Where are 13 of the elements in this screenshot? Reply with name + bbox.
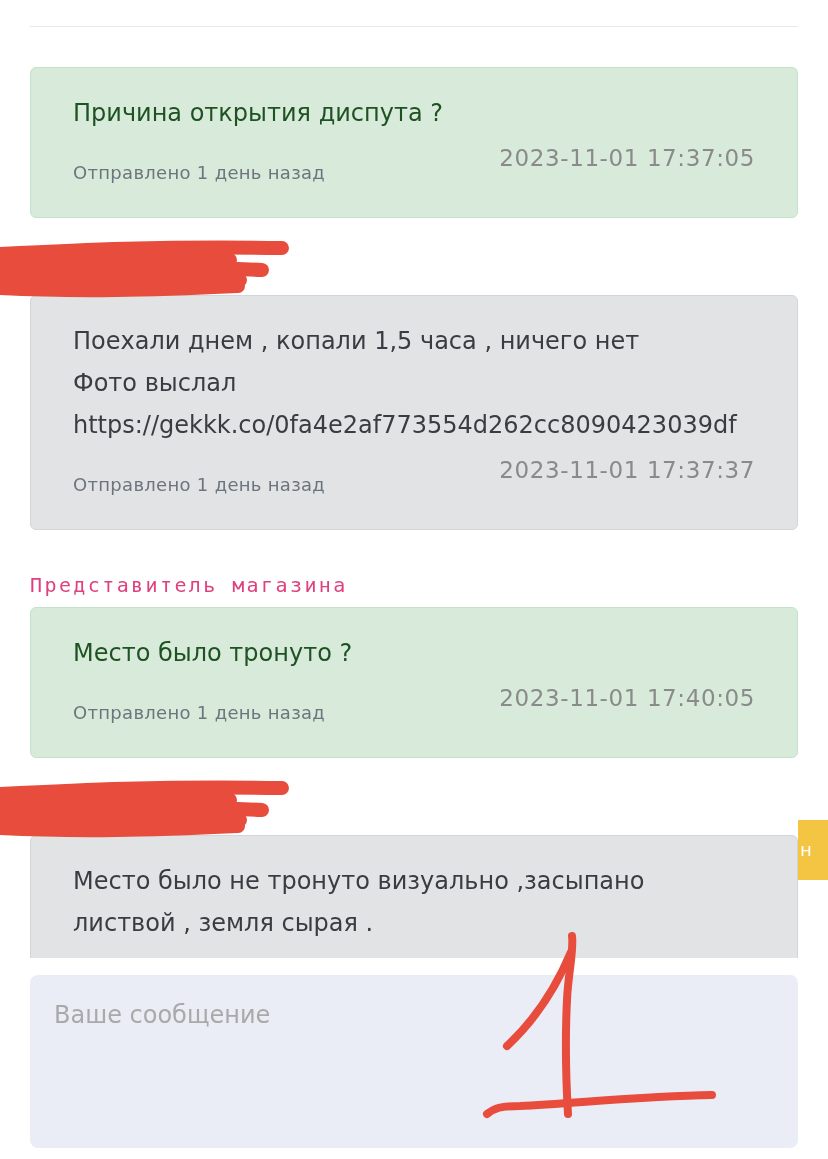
side-button[interactable]: н: [798, 820, 828, 880]
message-text: Причина открытия диспута ?: [73, 98, 444, 129]
message-text: Поехали днем , копали 1,5 часа , ничего нет Фото выслал https://gekkk.co/0fa4e2af773554d262cc8090423039df: [73, 326, 739, 441]
timestamp: 2023-11-01 17:37:37: [499, 456, 755, 485]
message-field[interactable]: Ваше сообщение: [30, 975, 798, 1148]
sent-status: Отправлено 1 день назад: [73, 702, 326, 724]
message-text: Место было тронуто ?: [73, 638, 354, 669]
sent-status: Отправлено 1 день назад: [73, 162, 326, 184]
timestamp: 2023-11-01 17:40:05: [499, 684, 755, 713]
timestamp: 2023-11-01 17:37:05: [499, 144, 755, 173]
message-text: Место было не тронуто визуально ,засыпано листвой , земля сырая .: [73, 866, 646, 939]
sender-name: Представитель магазина: [30, 572, 348, 598]
sent-status: Отправлено 1 день назад: [73, 474, 326, 496]
